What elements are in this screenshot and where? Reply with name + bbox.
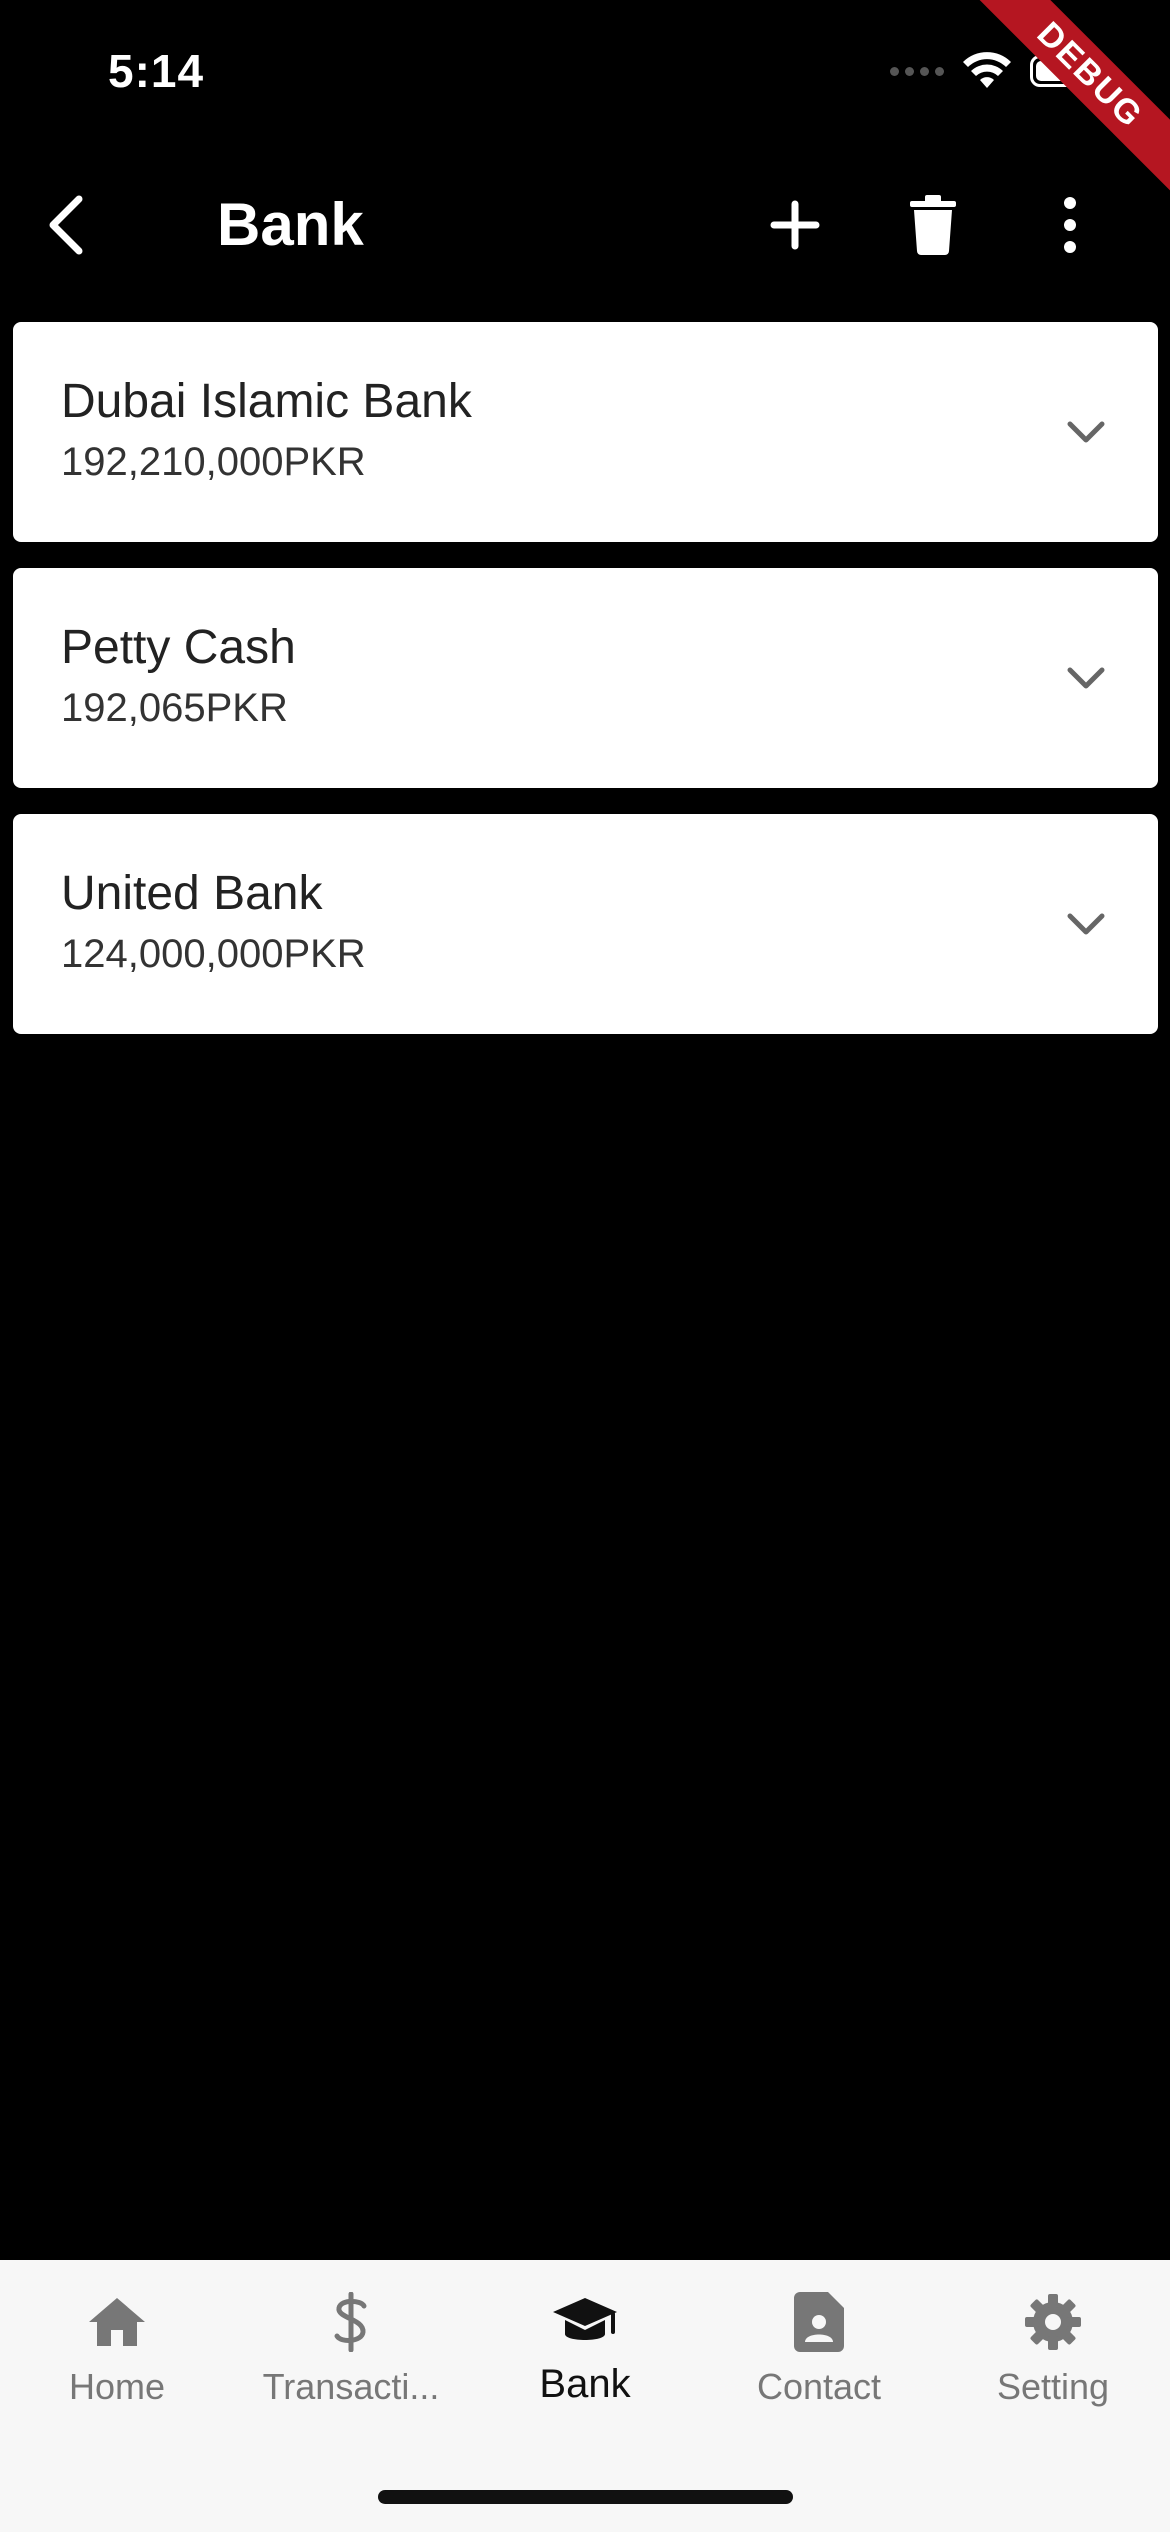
nav-item-home[interactable]: Home xyxy=(0,2290,234,2420)
contact-card-icon xyxy=(794,2292,844,2352)
nav-item-transactions[interactable]: Transacti... xyxy=(234,2290,468,2420)
home-icon xyxy=(89,2298,145,2346)
plus-icon xyxy=(770,200,820,250)
bank-balance: 192,065PKR xyxy=(61,686,288,730)
nav-label: Transacti... xyxy=(262,2366,440,2407)
expand-button[interactable] xyxy=(1064,410,1108,454)
home-indicator xyxy=(378,2490,793,2504)
back-button[interactable] xyxy=(16,175,116,275)
bank-balance: 192,210,000PKR xyxy=(61,440,366,484)
status-time: 5:14 xyxy=(108,45,205,97)
app-bar: Bank xyxy=(0,150,1170,300)
nav-label: Bank xyxy=(539,2362,631,2406)
nav-item-setting[interactable]: Setting xyxy=(936,2290,1170,2420)
more-options-button[interactable] xyxy=(1020,175,1120,275)
delete-button[interactable] xyxy=(883,175,983,275)
bank-name: United Bank xyxy=(61,867,323,920)
nav-item-bank[interactable]: Bank xyxy=(468,2290,702,2420)
nav-label: Contact xyxy=(756,2366,882,2407)
wifi-icon xyxy=(963,52,1011,88)
nav-label: Home xyxy=(68,2366,166,2407)
gear-icon xyxy=(1025,2294,1081,2350)
chevron-left-icon xyxy=(49,195,83,255)
expand-button[interactable] xyxy=(1064,656,1108,700)
graduation-cap-icon xyxy=(553,2298,617,2340)
add-bank-button[interactable] xyxy=(745,175,845,275)
dollar-icon xyxy=(334,2292,367,2352)
status-bar: 5:14 xyxy=(0,0,1170,150)
bank-account-list: Dubai Islamic Bank 192,210,000PKR Petty … xyxy=(13,322,1158,1060)
bank-card-united-bank[interactable]: United Bank 124,000,000PKR xyxy=(13,814,1158,1034)
bank-card-petty-cash[interactable]: Petty Cash 192,065PKR xyxy=(13,568,1158,788)
cellular-signal-icon xyxy=(890,66,944,76)
nav-label: Setting xyxy=(996,2366,1110,2407)
page-title: Bank xyxy=(217,191,364,258)
expand-button[interactable] xyxy=(1064,902,1108,946)
bank-name: Dubai Islamic Bank xyxy=(61,375,472,428)
trash-icon xyxy=(910,195,956,255)
chevron-down-icon xyxy=(1067,421,1105,443)
more-vertical-icon xyxy=(1064,197,1076,253)
chevron-down-icon xyxy=(1067,667,1105,689)
status-icons xyxy=(890,52,1106,90)
bank-card-dubai-islamic[interactable]: Dubai Islamic Bank 192,210,000PKR xyxy=(13,322,1158,542)
chevron-down-icon xyxy=(1067,913,1105,935)
battery-icon xyxy=(1030,55,1106,87)
nav-item-contact[interactable]: Contact xyxy=(702,2290,936,2420)
bank-balance: 124,000,000PKR xyxy=(61,932,366,976)
bank-name: Petty Cash xyxy=(61,621,296,674)
